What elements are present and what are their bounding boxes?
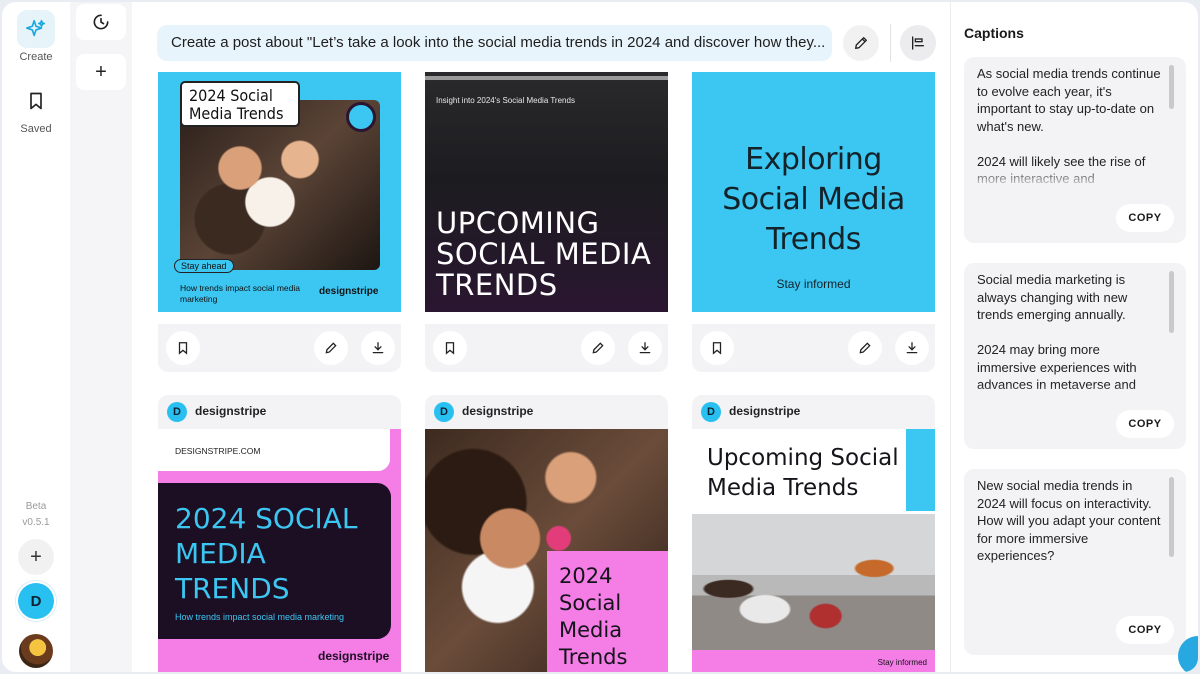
bookmark-icon	[445, 342, 455, 355]
copy-button-3[interactable]: COPY	[1116, 616, 1174, 644]
edit-button[interactable]	[314, 331, 348, 365]
beta-label: Beta	[25, 501, 47, 512]
plus-icon: +	[95, 60, 107, 83]
history-icon	[93, 14, 109, 30]
copy-button-2[interactable]: COPY	[1116, 410, 1174, 438]
card-1-title: 2024 Social Media Trends	[180, 81, 300, 127]
caption-card-2: Social media marketing is always changin…	[964, 263, 1186, 449]
left-nav: Create Saved Beta v0.5.1 + D	[2, 2, 70, 672]
scrollbar[interactable]	[1169, 271, 1174, 333]
align-icon	[912, 36, 924, 50]
pencil-icon	[325, 342, 337, 354]
edit-prompt-button[interactable]	[843, 25, 879, 61]
fade-overlay	[964, 385, 1162, 407]
user-initial: D	[30, 592, 42, 610]
sparkle-icon	[17, 10, 55, 48]
secondary-column: +	[70, 2, 132, 672]
bookmark-icon	[178, 342, 188, 355]
layout-toggle-button[interactable]	[900, 25, 936, 61]
brand-avatar: D	[434, 402, 454, 422]
profile-photo[interactable]	[19, 634, 53, 668]
globe-icon	[346, 102, 376, 132]
card-1-brand: designstripe	[319, 286, 379, 297]
edit-button[interactable]	[581, 331, 615, 365]
save-button[interactable]	[700, 331, 734, 365]
card-6-headline: Upcoming Social Media Trends	[707, 445, 899, 501]
history-button[interactable]	[76, 4, 126, 40]
card-1-actions	[158, 324, 401, 372]
card-1-sub: How trends impact social media marketing	[180, 283, 300, 304]
card-4-brand-header: D designstripe	[158, 395, 401, 429]
card-4-headline: 2024 SOCIAL MEDIA TRENDS	[175, 502, 358, 605]
scrollbar[interactable]	[1169, 477, 1174, 557]
nav-saved-label: Saved	[20, 123, 52, 135]
edit-button[interactable]	[848, 331, 882, 365]
new-button[interactable]: +	[18, 539, 54, 575]
design-card-2[interactable]: Insight into 2024's Social Media Trends …	[425, 72, 668, 312]
card-2-top: Insight into 2024's Social Media Trends	[436, 96, 575, 105]
download-button[interactable]	[628, 331, 662, 365]
app-window: Create Saved Beta v0.5.1 + D + Create a …	[2, 2, 1198, 672]
copy-button-1[interactable]: COPY	[1116, 204, 1174, 232]
add-button[interactable]: +	[76, 54, 126, 90]
design-card-6[interactable]: Upcoming Social Media Trends Stay inform…	[692, 429, 935, 672]
design-card-5[interactable]: 2024 Social Media Trends	[425, 429, 668, 672]
card-2-actions	[425, 324, 668, 372]
top-line	[425, 76, 668, 80]
card-1-tag: Stay ahead	[174, 259, 234, 273]
bookmark-icon	[712, 342, 722, 355]
caption-text-3: New social media trends in 2024 will foc…	[977, 478, 1161, 563]
card-3-sub: Stay informed	[776, 277, 851, 291]
download-icon	[372, 342, 384, 354]
card-4-brand: designstripe	[318, 649, 390, 663]
save-button[interactable]	[166, 331, 200, 365]
nav-saved[interactable]: Saved	[2, 82, 70, 135]
panel-divider	[950, 2, 951, 672]
nav-create[interactable]: Create	[2, 10, 70, 63]
download-icon	[906, 342, 918, 354]
card-5-brand-header: D designstripe	[425, 395, 668, 429]
save-button[interactable]	[433, 331, 467, 365]
design-card-1[interactable]: 2024 Social Media Trends Stay ahead How …	[158, 72, 401, 312]
brand-name: designstripe	[462, 404, 534, 418]
card-5-headline: 2024 Social Media Trends	[559, 564, 628, 669]
version-label: v0.5.1	[22, 517, 50, 528]
cyan-stripe	[906, 429, 935, 511]
bookmark-icon	[17, 82, 55, 120]
plus-icon: +	[30, 545, 42, 568]
divider	[890, 24, 891, 62]
fade-overlay	[964, 167, 1162, 189]
card-3-headline: Exploring Social Media Trends	[722, 142, 905, 257]
pencil-icon	[855, 37, 867, 49]
card-2-headline: UPCOMING SOCIAL MEDIA TRENDS	[436, 206, 652, 302]
card-3-actions	[692, 324, 935, 372]
brand-avatar: D	[701, 402, 721, 422]
caption-card-3: New social media trends in 2024 will foc…	[964, 469, 1186, 655]
captions-title: Captions	[964, 25, 1024, 41]
brand-avatar: D	[167, 402, 187, 422]
caption-card-1: As social media trends continue to evolv…	[964, 57, 1186, 243]
download-button[interactable]	[361, 331, 395, 365]
card-6-brand-header: D designstripe	[692, 395, 935, 429]
card-4-url: DESIGNSTRIPE.COM	[175, 446, 261, 456]
scrollbar[interactable]	[1169, 65, 1174, 109]
pencil-icon	[859, 342, 871, 354]
download-button[interactable]	[895, 331, 929, 365]
design-card-3[interactable]: Exploring Social Media Trends Stay infor…	[692, 72, 935, 312]
design-card-4[interactable]: DESIGNSTRIPE.COM 2024 SOCIAL MEDIA TREND…	[158, 429, 401, 672]
user-avatar[interactable]: D	[18, 583, 54, 619]
download-icon	[639, 342, 651, 354]
prompt-text[interactable]: Create a post about "Let’s take a look i…	[157, 25, 832, 61]
brand-name: designstripe	[195, 404, 267, 418]
card-4-sub: How trends impact social media marketing	[175, 612, 345, 622]
photo-classroom	[692, 514, 935, 650]
pencil-icon	[592, 342, 604, 354]
nav-create-label: Create	[19, 51, 53, 63]
card-6-sub: Stay informed	[877, 658, 927, 667]
brand-name: designstripe	[729, 404, 801, 418]
